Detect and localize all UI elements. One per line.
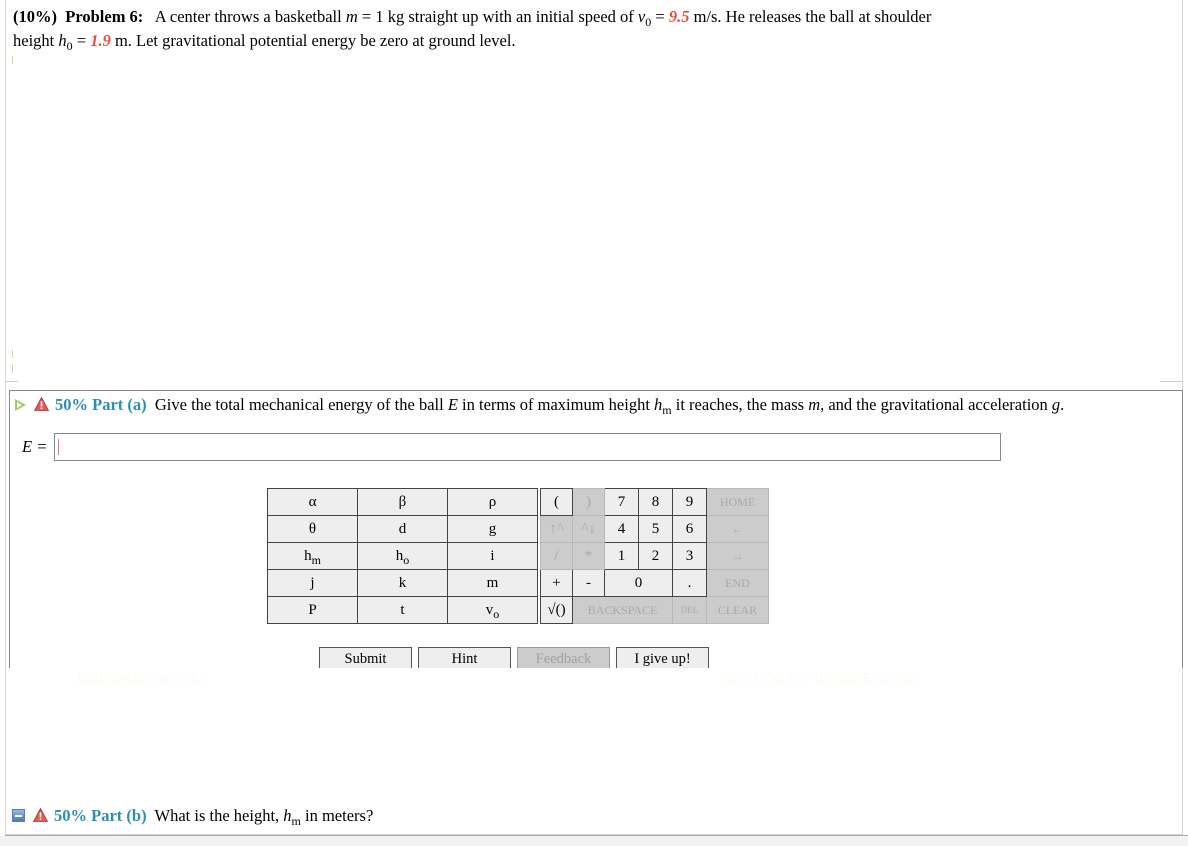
key-var[interactable]: P — [267, 596, 358, 624]
key-var[interactable]: k — [357, 569, 448, 597]
answer-input[interactable] — [54, 433, 1001, 461]
part-a-label: 50% Part (a) — [55, 395, 147, 414]
warning-icon — [34, 397, 49, 411]
divider — [1160, 381, 1182, 382]
key-var[interactable]: i — [447, 542, 538, 570]
given-h0-value: 1.9 — [90, 31, 111, 50]
watermark-code: 3N77-D6-F8-4D-89DE-25769 — [723, 670, 919, 687]
key-home[interactable]: HOME — [706, 488, 769, 516]
variable-keypad: α β ρ θ d g hm ho i j k m Pt vo — [267, 488, 538, 624]
key-end[interactable]: END — [706, 569, 769, 597]
play-icon[interactable] — [15, 399, 26, 411]
watermark-email: bbunzel@cnm.edu — [78, 670, 204, 687]
key-0[interactable]: 0 — [604, 569, 673, 597]
key-clear[interactable]: CLEAR — [706, 596, 769, 624]
key-var[interactable]: m — [447, 569, 538, 597]
key-open-paren[interactable]: ( — [540, 488, 573, 516]
decorative-mark — [12, 56, 13, 64]
key-var[interactable]: hm — [267, 542, 358, 570]
key-8[interactable]: 8 — [638, 488, 673, 516]
key-var[interactable]: θ — [267, 515, 358, 543]
answer-label: E = — [22, 437, 48, 456]
key-divide[interactable]: / — [540, 542, 573, 570]
key-var[interactable]: ho — [357, 542, 448, 570]
key-var[interactable]: vo — [447, 596, 538, 624]
key-close-paren[interactable]: ) — [572, 488, 605, 516]
submit-button[interactable]: Submit — [319, 647, 412, 668]
decorative-mark — [12, 350, 13, 358]
key-var[interactable]: d — [357, 515, 448, 543]
part-b-label: 50% Part (b) — [54, 806, 147, 825]
key-4[interactable]: 4 — [604, 515, 639, 543]
key-6[interactable]: 6 — [672, 515, 707, 543]
key-left-arrow[interactable]: ← — [706, 515, 769, 543]
divider — [6, 381, 18, 382]
problem-weight: (10%) — [13, 7, 57, 26]
key-del[interactable]: DEL — [672, 596, 707, 624]
key-caret-down[interactable]: ^↓ — [572, 515, 605, 543]
decorative-mark — [12, 365, 13, 373]
key-right-arrow[interactable]: → — [706, 542, 769, 570]
key-var[interactable]: g — [447, 515, 538, 543]
key-dot[interactable]: . — [672, 569, 707, 597]
key-7[interactable]: 7 — [604, 488, 639, 516]
key-backspace[interactable]: BACKSPACE — [572, 596, 673, 624]
key-sqrt[interactable]: √() — [540, 596, 573, 624]
problem-title: Problem 6: — [65, 7, 144, 26]
key-var[interactable]: ρ — [447, 488, 538, 516]
key-var[interactable]: t — [357, 596, 448, 624]
key-minus[interactable]: - — [572, 569, 605, 597]
key-multiply[interactable]: * — [572, 542, 605, 570]
key-1[interactable]: 1 — [604, 542, 639, 570]
hint-button[interactable]: Hint — [418, 647, 511, 668]
problem-statement: (10%) Problem 6: A center throws a baske… — [13, 7, 932, 53]
key-var[interactable]: β — [357, 488, 448, 516]
operator-keypad: ( ) 7 8 9 HOME ↑^ ^↓ 4 5 6 ← / * 1 2 3 →… — [540, 488, 769, 624]
part-a-header: 50% Part (a) Give the total mechanical e… — [15, 394, 1064, 416]
key-up-caret[interactable]: ↑^ — [540, 515, 573, 543]
key-2[interactable]: 2 — [638, 542, 673, 570]
warning-icon — [33, 808, 48, 822]
key-9[interactable]: 9 — [672, 488, 707, 516]
key-var[interactable]: α — [267, 488, 358, 516]
key-plus[interactable]: + — [540, 569, 573, 597]
key-var[interactable]: j — [267, 569, 358, 597]
key-3[interactable]: 3 — [672, 542, 707, 570]
key-5[interactable]: 5 — [638, 515, 673, 543]
given-v0-value: 9.5 — [668, 7, 690, 26]
collapse-icon[interactable] — [12, 809, 25, 822]
bottom-bar — [0, 836, 1188, 846]
give-up-button[interactable]: I give up! — [616, 647, 709, 668]
feedback-button[interactable]: Feedback — [517, 647, 610, 668]
text-caret — [58, 439, 59, 455]
part-b-header: 50% Part (b) What is the height, hm in m… — [12, 805, 373, 827]
